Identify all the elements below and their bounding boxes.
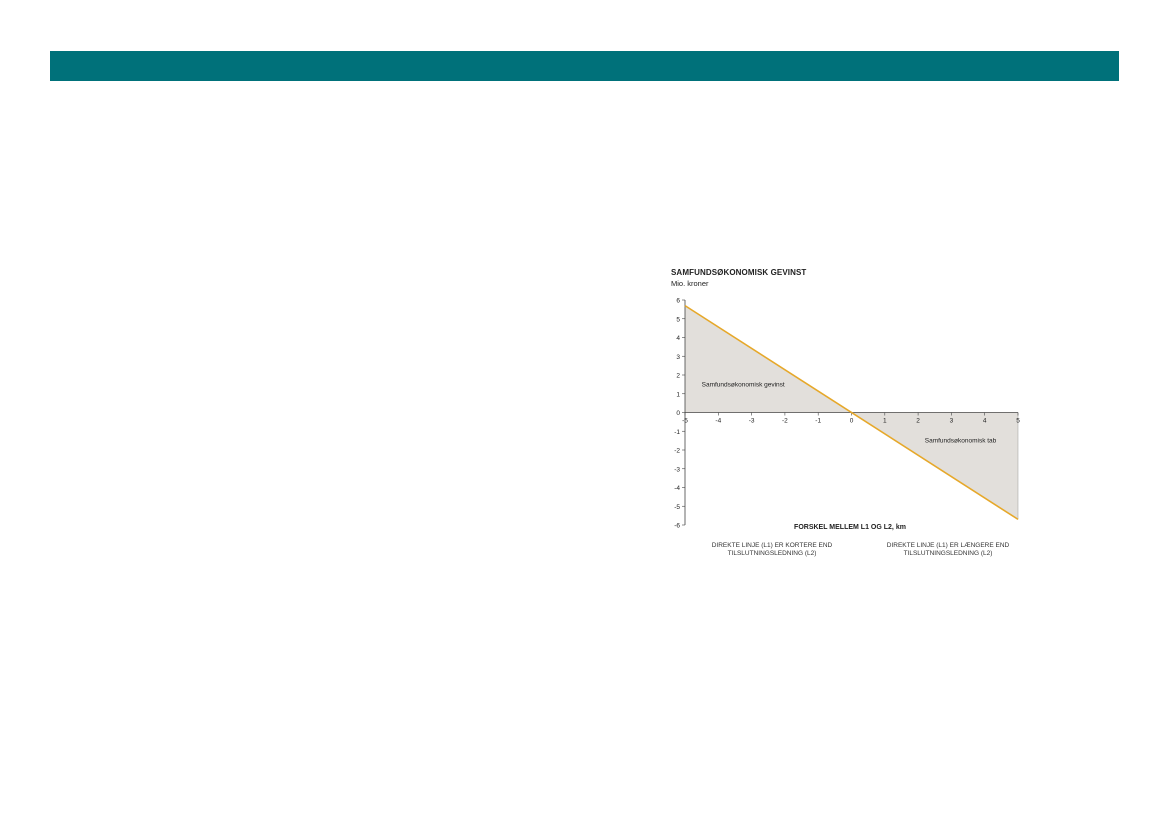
y-tick-label: 1 (676, 391, 680, 398)
x-axis-label: FORSKEL MELLEM L1 OG L2, km (794, 524, 906, 531)
y-tick-label: -5 (674, 504, 680, 511)
y-tick-label: 4 (676, 335, 680, 342)
y-tick-label: -4 (674, 485, 680, 492)
y-tick-label: -1 (674, 429, 680, 436)
x-tick-label: -1 (815, 418, 821, 425)
loss-region-label: Samfundsøkonomisk tab (925, 438, 997, 445)
x-tick-label: 3 (950, 418, 954, 425)
y-tick-label: -2 (674, 448, 680, 455)
x-tick-label: 4 (983, 418, 987, 425)
x-tick-label: 2 (916, 418, 920, 425)
y-tick-label: 3 (676, 354, 680, 361)
chart-canvas: 6 5 4 3 2 1 0 -1 -2 -3 -4 -5 -6 -5 -4 -3 -2 -1 0 1 2 3 4 5 Samf… (674, 298, 1020, 530)
note-right: DIREKTE LINJE (L1) ER LÆNGERE END TILSLU… (886, 542, 1010, 557)
x-tick-label: 1 (883, 418, 887, 425)
x-tick-label: -3 (749, 418, 755, 425)
x-tick-label: 0 (850, 418, 854, 425)
y-tick-label: -3 (674, 466, 680, 473)
y-tick-label: -6 (674, 523, 680, 530)
x-tick-label: -4 (715, 418, 721, 425)
y-tick-label: 0 (676, 410, 680, 417)
y-tick-label: 2 (676, 373, 680, 380)
gain-region-label: Samfundsøkonomisk gevinst (702, 381, 785, 388)
note-left: DIREKTE LINJE (L1) ER KORTERE END TILSLU… (711, 542, 833, 557)
y-tick-label: 6 (676, 298, 680, 305)
x-tick-label: -5 (682, 418, 688, 425)
x-tick-label: -2 (782, 418, 788, 425)
y-tick-label: 5 (676, 316, 680, 323)
x-tick-label: 5 (1016, 418, 1020, 425)
